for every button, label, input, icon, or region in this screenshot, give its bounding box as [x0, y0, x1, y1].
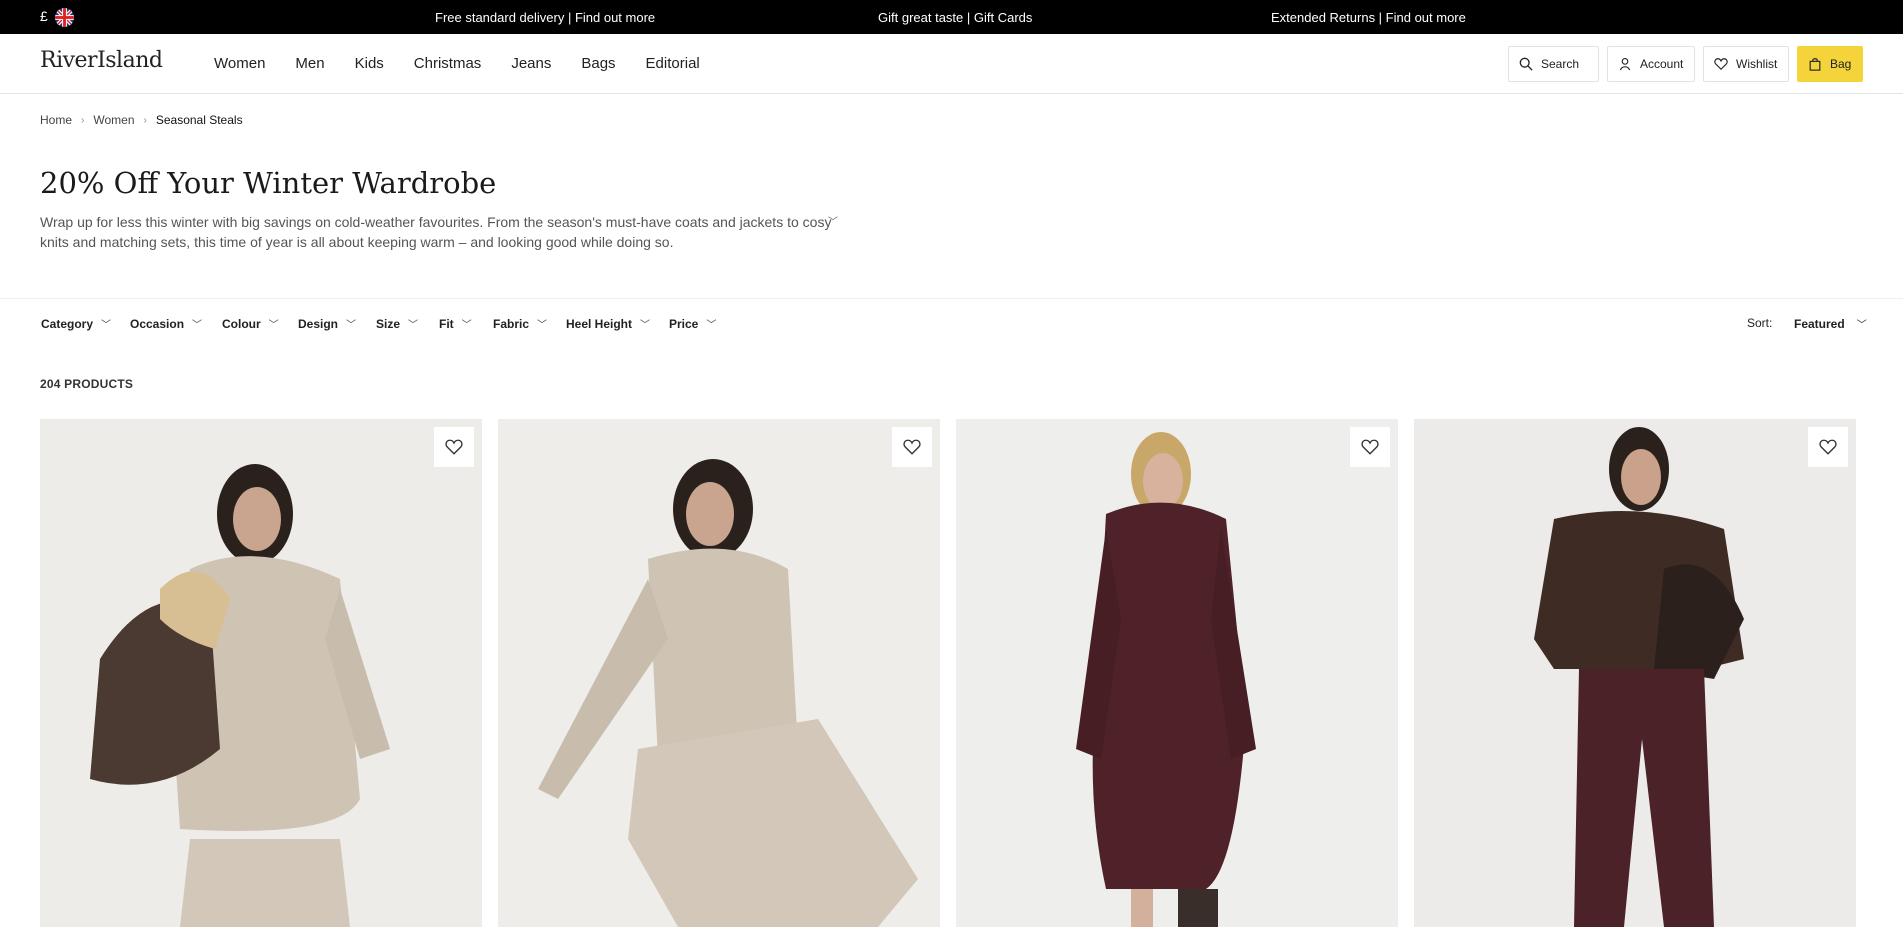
add-to-wishlist-button[interactable]: [1808, 427, 1848, 467]
product-image[interactable]: [956, 419, 1398, 927]
heart-icon: [1361, 439, 1379, 455]
breadcrumb-home[interactable]: Home: [40, 113, 72, 127]
account-label: Account: [1640, 57, 1684, 71]
account-icon: [1620, 58, 1630, 71]
promo-returns[interactable]: Extended Returns | Find out more: [1271, 10, 1466, 25]
chevron-down-icon: ﹀: [408, 320, 419, 331]
nav-women[interactable]: Women: [214, 55, 265, 72]
product-card[interactable]: [956, 419, 1398, 927]
bag-icon: [1809, 58, 1821, 71]
site-logo[interactable]: RiverIsland: [40, 48, 163, 73]
filter-label: Heel Height: [566, 316, 633, 331]
filter-label: Fit: [439, 316, 454, 331]
expand-description-icon[interactable]: ﹀: [828, 213, 838, 228]
add-to-wishlist-button[interactable]: [1350, 427, 1390, 467]
filter-heel-height[interactable]: Heel Height ﹀: [566, 316, 651, 332]
page-title: 20% Off Your Winter Wardrobe: [40, 166, 497, 200]
currency-symbol[interactable]: £: [40, 8, 48, 24]
add-to-wishlist-button[interactable]: [434, 427, 474, 467]
site-header: RiverIsland Women Men Kids Christmas Jea…: [0, 34, 1903, 94]
filter-fabric[interactable]: Fabric ﹀: [493, 316, 548, 332]
nav-christmas[interactable]: Christmas: [414, 55, 482, 72]
filter-label: Size: [376, 316, 401, 331]
promo-gift-cards[interactable]: Gift great taste | Gift Cards: [878, 10, 1032, 25]
filter-label: Fabric: [493, 316, 530, 331]
breadcrumb-current: Seasonal Steals: [155, 113, 243, 127]
heart-icon: [1714, 58, 1728, 71]
product-card[interactable]: [1414, 419, 1856, 927]
filter-label: Colour: [222, 316, 261, 331]
filter-price[interactable]: Price ﹀: [669, 316, 717, 332]
product-count: 204 PRODUCTS: [40, 377, 134, 391]
filter-occasion[interactable]: Occasion ﹀: [130, 316, 203, 332]
heart-icon: [1819, 439, 1837, 455]
chevron-down-icon: ﹀: [192, 320, 203, 331]
product-image[interactable]: [1414, 419, 1856, 927]
chevron-down-icon: ﹀: [461, 320, 472, 331]
nav-editorial[interactable]: Editorial: [646, 55, 700, 72]
page-description: Wrap up for less this winter with big sa…: [40, 214, 832, 250]
chevron-down-icon: ﹀: [640, 320, 651, 331]
nav-men[interactable]: Men: [295, 55, 324, 72]
sort-label: Sort:: [1747, 316, 1773, 330]
search-label: Search: [1541, 57, 1580, 71]
uk-flag-icon[interactable]: [55, 8, 74, 27]
filter-category[interactable]: Category ﹀: [41, 316, 112, 332]
chevron-down-icon: ﹀: [537, 320, 548, 331]
promo-bar: £ Free standard delivery | Find out more…: [0, 0, 1903, 34]
product-card[interactable]: [40, 419, 482, 927]
wishlist-label: Wishlist: [1736, 57, 1778, 71]
filter-label: Design: [298, 316, 339, 331]
nav-kids[interactable]: Kids: [355, 55, 384, 72]
sort-value: Featured: [1794, 316, 1845, 331]
filter-colour[interactable]: Colour ﹀: [222, 316, 279, 332]
bag-button[interactable]: Bag: [1797, 46, 1863, 82]
promo-delivery[interactable]: Free standard delivery | Find out more: [435, 10, 655, 25]
filter-label: Price: [669, 316, 699, 331]
chevron-right-icon: ›: [143, 114, 147, 126]
product-card[interactable]: [498, 419, 940, 927]
breadcrumb: Home › Women › Seasonal Steals: [40, 113, 243, 127]
sort-dropdown[interactable]: Featured ﹀: [1794, 316, 1867, 332]
main-nav: Women Men Kids Christmas Jeans Bags Edit…: [214, 55, 730, 72]
search-button[interactable]: Search: [1508, 46, 1599, 82]
chevron-down-icon: ﹀: [346, 320, 357, 331]
heart-icon: [445, 439, 463, 455]
nav-bags[interactable]: Bags: [581, 55, 615, 72]
filter-size[interactable]: Size ﹀: [376, 316, 419, 332]
chevron-down-icon: ﹀: [706, 320, 717, 331]
account-button[interactable]: Account: [1607, 46, 1695, 82]
filter-bar: Category ﹀ Occasion ﹀ Colour ﹀ Design ﹀ Size…: [0, 298, 1903, 348]
filter-label: Category: [41, 316, 94, 331]
breadcrumb-women[interactable]: Women: [93, 113, 134, 127]
product-image[interactable]: [40, 419, 482, 927]
add-to-wishlist-button[interactable]: [892, 427, 932, 467]
filter-design[interactable]: Design ﹀: [298, 316, 357, 332]
chevron-down-icon: ﹀: [101, 320, 112, 331]
heart-icon: [903, 439, 921, 455]
filter-fit[interactable]: Fit ﹀: [439, 316, 472, 332]
product-image[interactable]: [498, 419, 940, 927]
chevron-right-icon: ›: [81, 114, 85, 126]
nav-jeans[interactable]: Jeans: [511, 55, 551, 72]
chevron-down-icon: ﹀: [1856, 320, 1867, 331]
wishlist-button[interactable]: Wishlist: [1703, 46, 1789, 82]
filter-label: Occasion: [130, 316, 185, 331]
search-icon: [1519, 57, 1533, 71]
chevron-down-icon: ﹀: [268, 320, 279, 331]
bag-label: Bag: [1830, 57, 1852, 71]
